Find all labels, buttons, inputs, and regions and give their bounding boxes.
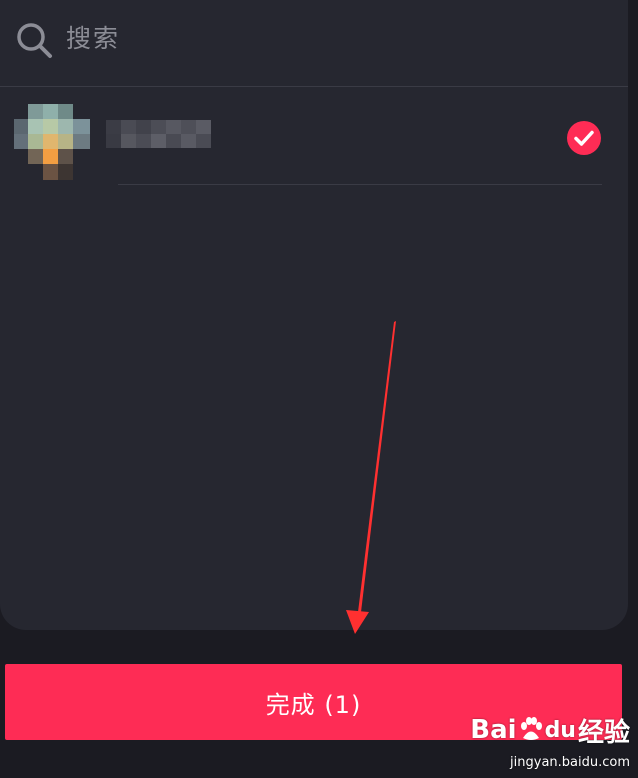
watermark-brand: Bai	[470, 715, 517, 745]
watermark-brand-suffix: du	[544, 717, 576, 743]
search-icon	[14, 21, 54, 61]
row-divider	[118, 184, 602, 185]
watermark-url: jingyan.baidu.com	[510, 755, 630, 770]
baidu-jingyan-watermark: Bai du 经验 jingyan.baidu.com	[460, 712, 630, 770]
avatar	[14, 104, 90, 180]
check-circle-icon[interactable]	[566, 120, 602, 156]
contact-selection-panel: 搜索	[0, 0, 628, 630]
contact-list-item[interactable]	[0, 88, 628, 186]
search-input[interactable]: 搜索	[66, 22, 120, 56]
watermark-brand-cn: 经验	[577, 717, 630, 748]
search-bar[interactable]: 搜索	[0, 0, 628, 87]
watermark-logo: Bai du 经验	[470, 712, 630, 748]
contact-name-blurred	[106, 118, 226, 150]
paw-icon	[520, 717, 542, 740]
